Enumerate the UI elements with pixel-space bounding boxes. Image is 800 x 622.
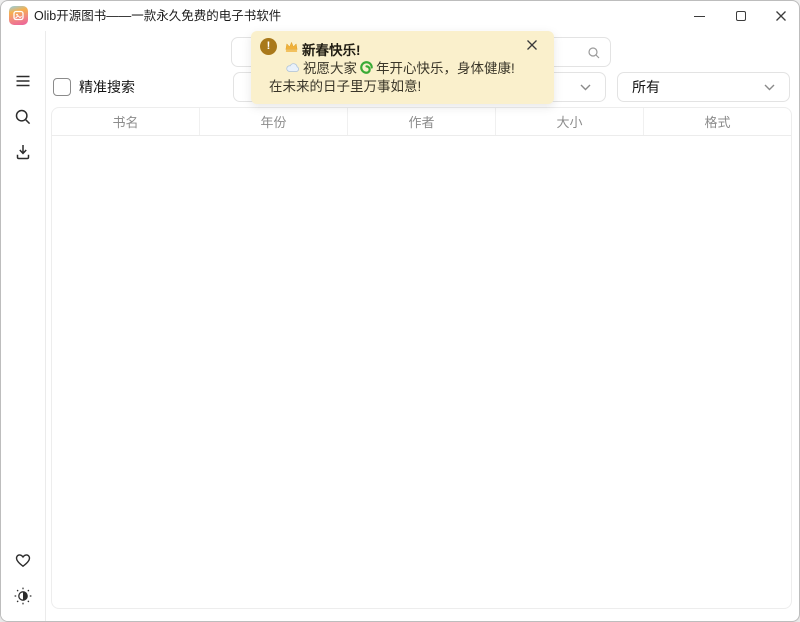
column-header-title[interactable]: 书名 bbox=[52, 108, 200, 135]
window-title: Olib开源图书——一款永久免费的电子书软件 bbox=[34, 1, 281, 31]
format-dropdown-value: 所有 bbox=[632, 73, 660, 101]
chevron-down-icon bbox=[580, 84, 591, 91]
chevron-down-icon bbox=[764, 84, 775, 91]
close-icon bbox=[526, 39, 538, 51]
precise-search-label: 精准搜索 bbox=[79, 78, 135, 96]
sidebar-theme-button[interactable] bbox=[13, 586, 33, 606]
toast-text: 年开心快乐，身体健康! bbox=[376, 57, 515, 77]
snake-emoji bbox=[359, 60, 374, 75]
sidebar-favorites-button[interactable] bbox=[13, 550, 33, 570]
titlebar: Olib开源图书——一款永久免费的电子书软件 bbox=[1, 1, 799, 31]
minimize-icon bbox=[694, 16, 705, 17]
maximize-icon bbox=[736, 11, 746, 21]
crown-emoji bbox=[284, 40, 299, 53]
download-icon bbox=[13, 142, 33, 162]
column-header-year[interactable]: 年份 bbox=[200, 108, 348, 135]
format-dropdown[interactable]: 所有 bbox=[617, 72, 790, 102]
column-header-size[interactable]: 大小 bbox=[496, 108, 644, 135]
app-window: Olib开源图书——一款永久免费的电子书软件 精准搜索 bbox=[0, 0, 800, 622]
search-field-icon[interactable] bbox=[587, 46, 601, 60]
maximize-button[interactable] bbox=[724, 1, 758, 31]
sidebar bbox=[1, 31, 46, 621]
toast-close-button[interactable] bbox=[523, 37, 541, 55]
cloud-emoji bbox=[285, 61, 301, 73]
close-window-button[interactable] bbox=[764, 1, 798, 31]
sidebar-search-button[interactable] bbox=[13, 107, 33, 127]
menu-icon bbox=[13, 71, 33, 91]
minimize-button[interactable] bbox=[682, 1, 716, 31]
search-icon bbox=[13, 107, 33, 127]
toast-text: 祝愿大家 bbox=[303, 57, 357, 77]
sidebar-menu-button[interactable] bbox=[13, 71, 33, 91]
brightness-icon bbox=[13, 586, 33, 606]
toast-title: 新春快乐! bbox=[302, 39, 361, 59]
alert-icon: ! bbox=[260, 38, 277, 55]
precise-search-checkbox[interactable] bbox=[53, 78, 71, 96]
toast-body-line2: 在未来的日子里万事如意! bbox=[269, 78, 421, 96]
new-year-toast: ! 新春快乐! 祝愿大家 年开心快乐，身体健康! 在未来的日子里万事如意! bbox=[251, 31, 554, 104]
toast-body-line1: 祝愿大家 年开心快乐，身体健康! bbox=[283, 58, 515, 76]
close-icon bbox=[775, 10, 787, 22]
column-header-format[interactable]: 格式 bbox=[644, 108, 791, 135]
table-body-empty bbox=[52, 136, 791, 609]
column-header-author[interactable]: 作者 bbox=[348, 108, 496, 135]
table-header-row: 书名 年份 作者 大小 格式 bbox=[52, 108, 791, 136]
books-table: 书名 年份 作者 大小 格式 bbox=[51, 107, 792, 609]
app-logo-icon bbox=[9, 6, 28, 25]
heart-icon bbox=[13, 550, 33, 570]
sidebar-download-button[interactable] bbox=[13, 142, 33, 162]
